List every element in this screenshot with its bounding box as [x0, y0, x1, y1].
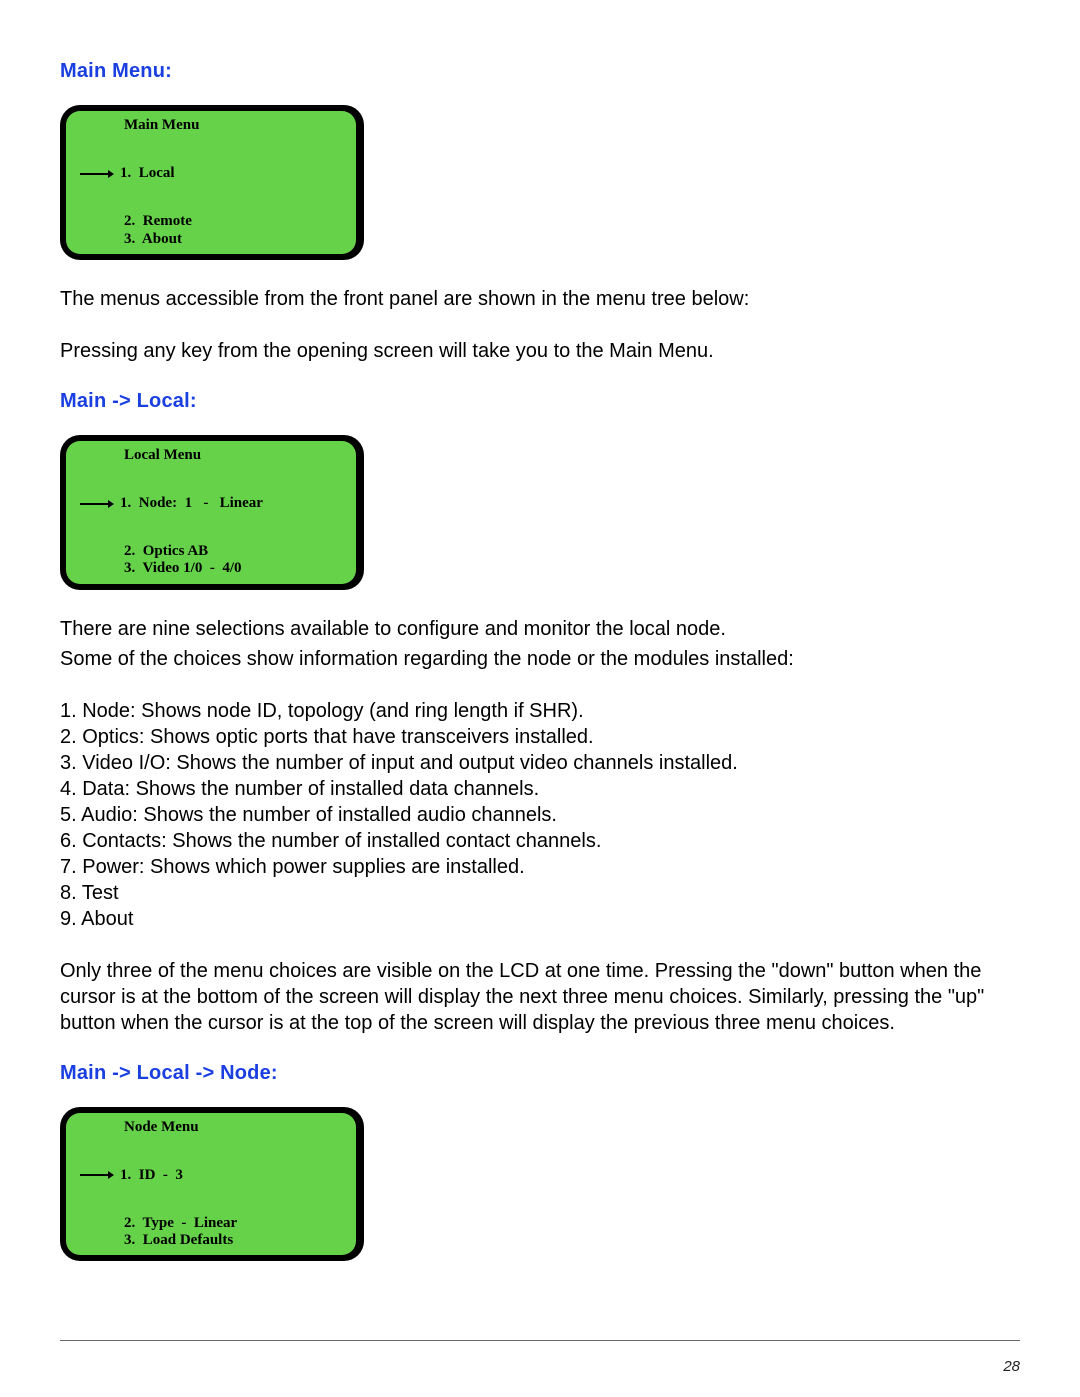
footer-divider [60, 1340, 1020, 1341]
lcd-item: 2. Optics AB [124, 543, 346, 560]
list-item: 2. Optics: Shows optic ports that have t… [60, 724, 1020, 750]
lcd-item: 2. Type - Linear [124, 1215, 346, 1232]
lcd-item: 1. Local [76, 134, 346, 213]
arrow-right-icon [76, 134, 120, 213]
arrow-right-icon [76, 464, 120, 543]
paragraph: Pressing any key from the opening screen… [60, 338, 1020, 364]
arrow-right-icon [76, 1136, 120, 1215]
lcd-node-menu: Node Menu 1. ID - 3 2. Type - Linear 3. … [60, 1107, 364, 1262]
paragraph: Only three of the menu choices are visib… [60, 958, 1020, 1036]
lcd-title: Main Menu [124, 117, 346, 134]
lcd-main-menu: Main Menu 1. Local 2. Remote 3. About [60, 105, 364, 260]
lcd-item: 3. Video 1/0 - 4/0 [124, 560, 346, 577]
lcd-item-label: 1. Local [120, 165, 175, 182]
lcd-main-menu-screen: Main Menu 1. Local 2. Remote 3. About [66, 111, 356, 254]
lcd-local-menu-screen: Local Menu 1. Node: 1 - Linear 2. Optics… [66, 441, 356, 584]
list-item: 4. Data: Shows the number of installed d… [60, 776, 1020, 802]
list-item: 6. Contacts: Shows the number of install… [60, 828, 1020, 854]
lcd-item: 1. ID - 3 [76, 1136, 346, 1215]
list-item: 5. Audio: Shows the number of installed … [60, 802, 1020, 828]
lcd-local-menu: Local Menu 1. Node: 1 - Linear 2. Optics… [60, 435, 364, 590]
paragraph: The menus accessible from the front pane… [60, 286, 1020, 312]
list-item: 3. Video I/O: Shows the number of input … [60, 750, 1020, 776]
list-item: 9. About [60, 906, 1020, 932]
heading-main-local-node: Main -> Local -> Node: [60, 1062, 1020, 1085]
lcd-item: 3. Load Defaults [124, 1232, 346, 1249]
paragraph: There are nine selections available to c… [60, 616, 1020, 642]
document-page: Main Menu: Main Menu 1. Local 2. Remote … [0, 0, 1080, 1397]
list-item: 7. Power: Shows which power supplies are… [60, 854, 1020, 880]
lcd-item: 2. Remote [124, 213, 346, 230]
lcd-node-menu-screen: Node Menu 1. ID - 3 2. Type - Linear 3. … [66, 1113, 356, 1256]
lcd-item-label: 1. ID - 3 [120, 1167, 183, 1184]
lcd-item: 3. About [124, 231, 346, 248]
lcd-title: Local Menu [124, 447, 346, 464]
lcd-item: 1. Node: 1 - Linear [76, 464, 346, 543]
list-item: 1. Node: Shows node ID, topology (and ri… [60, 698, 1020, 724]
heading-main-local: Main -> Local: [60, 390, 1020, 413]
numbered-list: 1. Node: Shows node ID, topology (and ri… [60, 698, 1020, 932]
paragraph: Some of the choices show information reg… [60, 646, 1020, 672]
lcd-title: Node Menu [124, 1119, 346, 1136]
list-item: 8. Test [60, 880, 1020, 906]
page-number: 28 [1003, 1358, 1020, 1375]
heading-main-menu: Main Menu: [60, 60, 1020, 83]
lcd-item-label: 1. Node: 1 - Linear [120, 495, 263, 512]
